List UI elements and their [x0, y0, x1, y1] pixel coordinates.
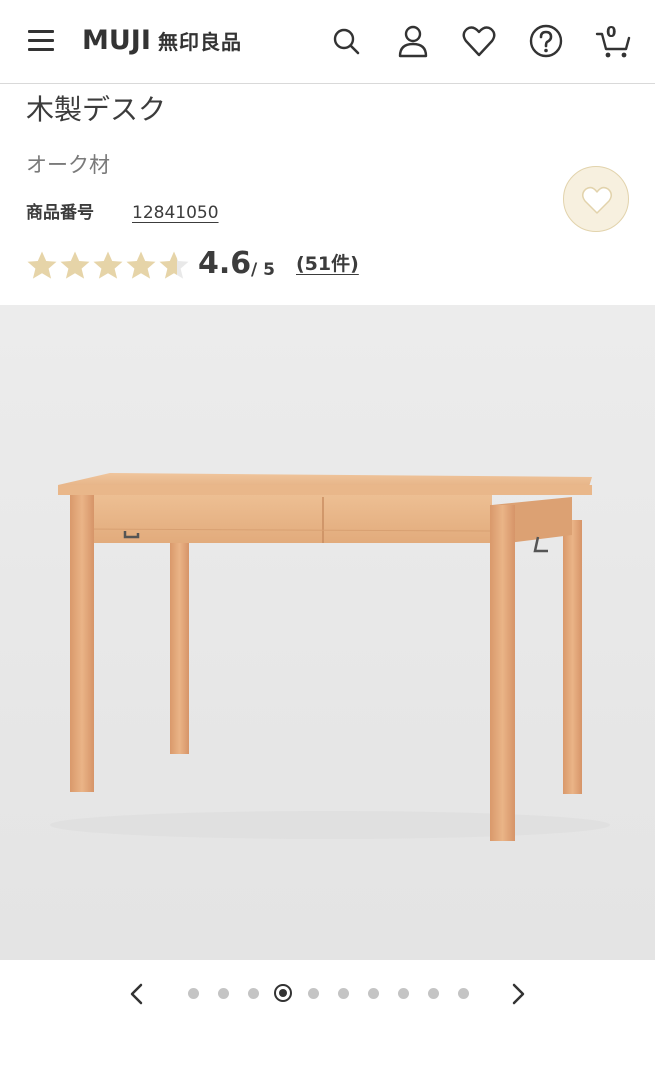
star-icon	[26, 250, 58, 280]
carousel-dot[interactable]	[397, 988, 409, 999]
carousel-dot[interactable]	[187, 988, 199, 999]
star-icon	[92, 250, 124, 280]
product-code-value[interactable]: 12841050	[132, 201, 219, 225]
add-to-favorites-button[interactable]	[563, 166, 629, 232]
carousel-dot[interactable]	[307, 988, 319, 999]
muji-logo-japanese[interactable]: 無印良品	[158, 29, 242, 55]
carousel-dot[interactable]	[247, 988, 259, 999]
rating-max: / 5	[251, 260, 275, 280]
site-header: MUJI 無印良品 0	[0, 0, 655, 84]
carousel-dot[interactable]	[427, 988, 439, 999]
hamburger-menu-icon[interactable]	[28, 30, 54, 52]
star-icon	[59, 250, 91, 280]
image-carousel-controls	[0, 966, 655, 1022]
carousel-dot-active[interactable]	[274, 984, 292, 1002]
heart-outline-icon	[582, 186, 612, 214]
chevron-right-icon[interactable]	[504, 980, 532, 1008]
help-icon[interactable]	[527, 22, 565, 60]
search-icon[interactable]	[327, 22, 365, 60]
product-title: 木製デスク	[26, 93, 167, 126]
star-icon	[125, 250, 157, 280]
carousel-dot[interactable]	[367, 988, 379, 999]
product-image[interactable]	[0, 305, 655, 960]
rating-value: 4.6	[198, 246, 252, 281]
user-icon[interactable]	[394, 22, 432, 60]
cart-count-badge: 0	[606, 23, 617, 41]
carousel-dot[interactable]	[337, 988, 349, 999]
carousel-dot[interactable]	[457, 988, 469, 999]
product-code-label: 商品番号	[26, 203, 94, 223]
wooden-desk-illustration	[50, 473, 610, 841]
muji-logo-latin[interactable]: MUJI	[82, 25, 151, 57]
rating-stars	[26, 250, 196, 282]
review-count-link[interactable]: (51件)	[296, 251, 359, 277]
product-material: オーク材	[26, 153, 110, 177]
carousel-dot[interactable]	[217, 988, 229, 999]
chevron-left-icon[interactable]	[123, 980, 151, 1008]
heart-icon[interactable]	[460, 22, 498, 60]
star-icon	[158, 250, 190, 280]
